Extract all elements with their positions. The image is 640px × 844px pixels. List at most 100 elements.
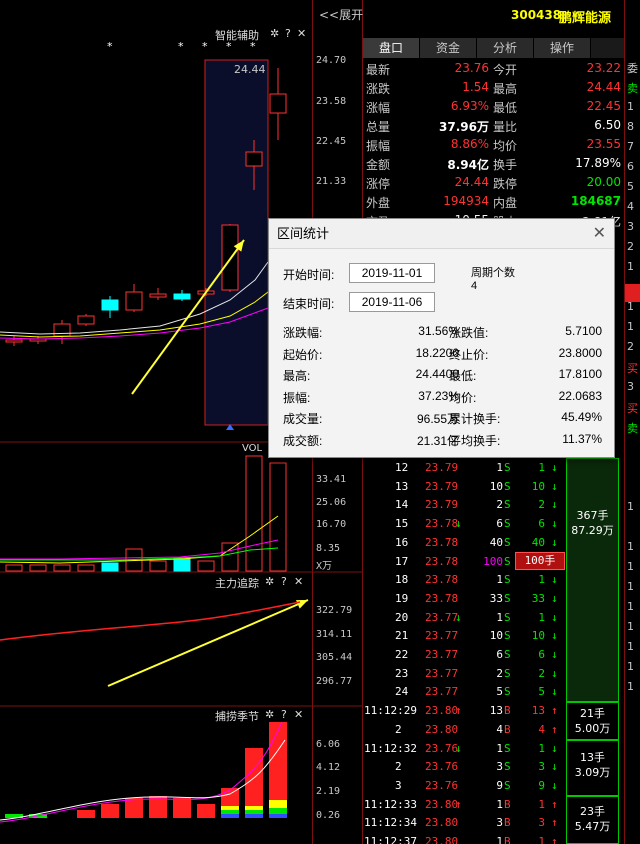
stat-label: 平均换手: [449, 434, 501, 448]
tick-time: 15 [395, 517, 409, 531]
quote-label: 内盘 [493, 196, 518, 210]
quote-label: 最高 [493, 82, 518, 96]
order-book-cell: 8 [627, 120, 634, 133]
close-icon[interactable]: ✕ [294, 575, 303, 588]
tick-volume: 3 [496, 760, 503, 774]
bc-pane-title: 捕捞季节 [215, 710, 259, 723]
season-bar [245, 806, 263, 810]
tick-time: 3 [395, 778, 402, 792]
order-book-strip: 委卖187654321112买3买卖111111111 [624, 0, 640, 844]
tick-price: 23.78 [425, 554, 459, 568]
volume-bar [77, 564, 95, 572]
axis-label: 23.58 [316, 96, 347, 107]
tick-side: B [504, 704, 511, 718]
interval-stats-dialog[interactable]: 区间统计 ✕ 开始时间: 2019-11-01 周期个数 4 结束时间: 201… [268, 218, 615, 458]
group-amount: 87.29万 [571, 524, 614, 537]
help-icon[interactable]: ? [285, 27, 291, 40]
tick-side: S [504, 461, 511, 474]
stat-label: 成交量: [283, 412, 323, 427]
start-time-field[interactable]: 2019-11-01 [349, 263, 435, 283]
order-book-cell: 6 [627, 160, 634, 173]
arrow-up-icon: ↑ [551, 722, 558, 736]
tick-side: S [504, 554, 511, 568]
tick-side: S [504, 648, 511, 661]
tick-volume: 1 [496, 797, 503, 811]
arrow-down-icon: ↓ [551, 666, 558, 680]
axis-label: 16.70 [316, 519, 347, 530]
tick-time: 2 [395, 760, 402, 774]
tab-pankou[interactable]: 盘口 [363, 38, 420, 58]
tick-time: 13 [395, 479, 409, 493]
tick-time: 14 [395, 498, 409, 512]
gear-icon[interactable]: ✲ [265, 708, 274, 721]
tick-volume: 2 [496, 498, 503, 512]
stat-label: 最低: [449, 369, 477, 384]
gear-icon[interactable]: ✲ [270, 27, 279, 40]
panel-tabs: 盘口 资金 分析 操作 [363, 38, 625, 58]
quote-value: 6.50 [594, 118, 621, 132]
tick-side: S [504, 629, 511, 643]
tick-volume: 10 [489, 629, 503, 643]
tick-side: S [504, 573, 511, 587]
tick-price: 23.78 [425, 535, 459, 549]
help-icon[interactable]: ? [281, 575, 287, 588]
season-bar [269, 808, 287, 814]
volume-bar [173, 558, 191, 572]
quote-row: 总量 37.96万 量比 6.50 [363, 116, 625, 135]
stat-label: 均价: [449, 390, 477, 405]
order-book-cell: 1 [627, 260, 634, 273]
vol-unit: X万 [316, 561, 333, 572]
arrow-down-icon: ↓ [455, 517, 462, 531]
axis-label: 6.06 [316, 739, 341, 750]
tick-price: 23.80 [425, 797, 459, 811]
tick-count: 33 [531, 591, 545, 605]
stat-label: 最高: [283, 369, 311, 384]
candle-body [269, 93, 287, 114]
tab-zijin[interactable]: 资金 [420, 38, 477, 58]
arrow-up-icon: ↑ [551, 797, 558, 811]
tick-volume: 40 [489, 535, 503, 549]
stat-label: 振幅: [283, 390, 311, 405]
tick-time: 12 [395, 461, 409, 474]
close-icon[interactable]: ✕ [593, 223, 606, 243]
tick-side: S [504, 517, 511, 531]
vol-pane-title: VOL [242, 443, 263, 454]
tick-side: B [504, 816, 511, 830]
candle-body [149, 293, 167, 298]
quote-label: 金额 [366, 158, 391, 172]
end-time-field[interactable]: 2019-11-06 [349, 292, 435, 312]
candle-body [221, 224, 239, 291]
highlight-cell [625, 284, 640, 302]
tick-time: 18 [395, 573, 409, 587]
tick-volume: 6 [496, 648, 503, 661]
tick-side: S [504, 741, 511, 755]
stat-label: 起始价: [283, 347, 323, 362]
help-icon[interactable]: ? [281, 708, 287, 721]
close-icon[interactable]: ✕ [294, 708, 303, 721]
start-time-label: 开始时间: [283, 268, 335, 282]
volume-bar [245, 455, 263, 572]
gear-icon[interactable]: ✲ [265, 575, 274, 588]
signal-star: * [250, 40, 256, 53]
axis-label: 0.26 [316, 810, 341, 821]
volume-bar [29, 564, 47, 572]
arrow-up-icon: ↑ [551, 704, 558, 718]
tab-fenxi[interactable]: 分析 [477, 38, 534, 58]
tick-count: 1 [538, 835, 545, 844]
quote-value: 23.55 [586, 137, 621, 151]
axis-label: 296.77 [316, 676, 353, 687]
tick-count: 9 [538, 778, 545, 792]
tick-volume: 100 [483, 554, 503, 568]
arrow-down-icon: ↓ [455, 610, 462, 624]
tick-volume: 1 [496, 610, 503, 624]
tick-time: 2 [395, 722, 402, 736]
order-book-cell: 2 [627, 340, 634, 353]
tick-price: 23.79 [425, 461, 459, 474]
tick-side: S [504, 535, 511, 549]
quote-label: 量比 [493, 120, 518, 134]
expand-button[interactable]: <<展开 [319, 6, 363, 23]
tab-caozuo[interactable]: 操作 [534, 38, 591, 58]
season-bar [245, 814, 263, 818]
order-book-cell: 3 [627, 220, 634, 233]
close-icon[interactable]: ✕ [297, 27, 306, 40]
